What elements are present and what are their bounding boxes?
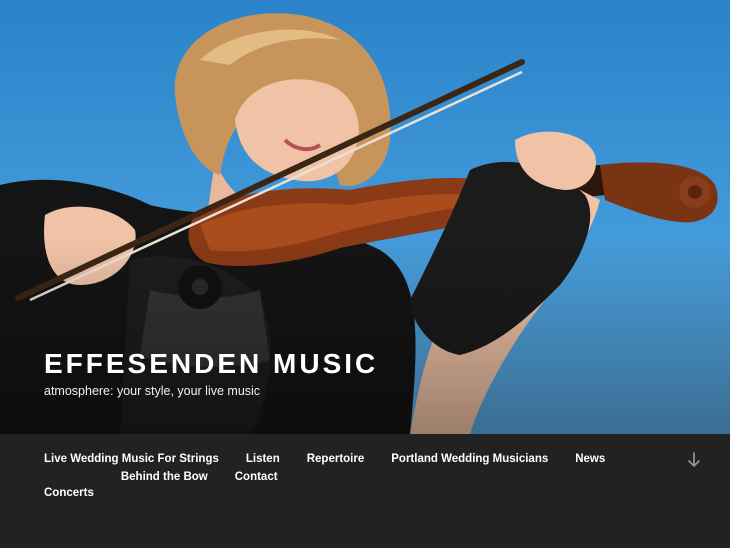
nav-menu: Live Wedding Music For Strings Listen Re… <box>44 434 664 502</box>
content-area-top <box>0 518 730 548</box>
nav-item-contact[interactable]: Contact <box>235 468 278 502</box>
nav-item-news[interactable]: News <box>575 434 605 468</box>
arrow-down-icon[interactable] <box>686 451 702 469</box>
nav-item-portland-wedding-musicians[interactable]: Portland Wedding Musicians <box>391 434 548 468</box>
nav-item-repertoire[interactable]: Repertoire <box>307 434 365 468</box>
page: EFFESENDEN MUSIC atmosphere: your style,… <box>0 0 730 548</box>
site-tagline: atmosphere: your style, your live music <box>44 384 261 398</box>
nav-item-listen[interactable]: Listen <box>246 434 280 468</box>
nav-item-live-wedding-music[interactable]: Live Wedding Music For Strings <box>44 434 219 468</box>
site-title[interactable]: EFFESENDEN MUSIC <box>44 348 378 380</box>
main-navigation: Live Wedding Music For Strings Listen Re… <box>0 434 730 519</box>
nav-item-behind-the-bow[interactable]: Behind the Bow <box>121 468 208 502</box>
nav-item-concerts[interactable]: Concerts <box>44 468 94 502</box>
hero-header: EFFESENDEN MUSIC atmosphere: your style,… <box>0 0 730 434</box>
